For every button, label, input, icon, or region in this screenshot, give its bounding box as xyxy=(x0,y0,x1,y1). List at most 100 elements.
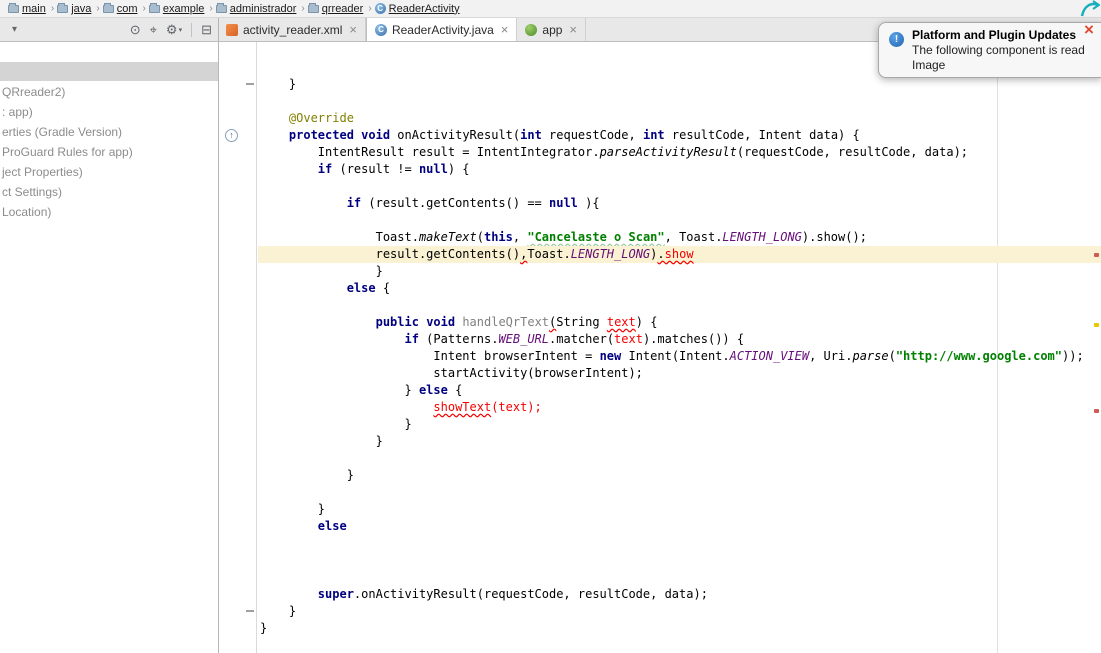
code-line[interactable] xyxy=(258,93,1101,110)
folder-icon xyxy=(148,2,160,13)
collapse-all-icon[interactable]: ⊟ xyxy=(201,22,212,38)
code-line[interactable]: } xyxy=(258,433,1101,450)
code-line[interactable]: IntentResult result = IntentIntegrator.p… xyxy=(258,144,1101,161)
code-token: } xyxy=(260,434,383,448)
code-token: int xyxy=(642,128,665,142)
close-icon[interactable]: × xyxy=(1084,20,1094,40)
breadcrumb-item-example[interactable]: example xyxy=(148,2,204,15)
code-token: (requestCode, resultCode, data); xyxy=(736,145,969,159)
folder-icon xyxy=(307,2,319,13)
code-token: makeText xyxy=(418,230,477,244)
tab-label: app xyxy=(542,22,563,37)
folder-icon xyxy=(57,2,69,13)
code-token: int xyxy=(520,128,542,142)
code-token: (Patterns. xyxy=(418,332,499,346)
code-token: (result != xyxy=(332,162,419,176)
code-line[interactable]: showText(text); xyxy=(258,399,1101,416)
code-line[interactable]: if (Patterns.WEB_URL.matcher(text).match… xyxy=(258,331,1101,348)
code-line[interactable]: } xyxy=(258,416,1101,433)
code-token: "Cancelaste o Scan" xyxy=(527,230,665,244)
code-line[interactable]: protected void onActivityResult(int requ… xyxy=(258,127,1101,144)
panel-divider[interactable] xyxy=(218,18,219,653)
tab-label: activity_reader.xml xyxy=(243,22,343,37)
tab-close-icon[interactable]: × xyxy=(569,22,577,37)
notification-title: Platform and Plugin Updates xyxy=(912,28,1077,42)
code-area[interactable]: } @Override protected void onActivityRes… xyxy=(258,42,1101,653)
code-line[interactable]: super.onActivityResult(requestCode, resu… xyxy=(258,586,1101,603)
code-line[interactable] xyxy=(258,484,1101,501)
code-token: ).show(); xyxy=(801,230,867,244)
error-stripe-mark[interactable] xyxy=(1094,253,1099,257)
code-token: } xyxy=(260,417,412,431)
code-token: null xyxy=(418,162,448,176)
tree-item[interactable]: QRreader2) xyxy=(0,82,218,102)
target-icon[interactable]: ⌖ xyxy=(150,22,157,38)
code-line[interactable]: if (result.getContents() == null ){ xyxy=(258,195,1101,212)
code-line[interactable] xyxy=(258,535,1101,552)
code-line[interactable]: } xyxy=(258,76,1101,93)
editor-gutter: ↑ xyxy=(219,42,257,653)
code-token: String xyxy=(556,315,607,329)
tab-close-icon[interactable]: × xyxy=(501,22,509,37)
code-line[interactable]: Intent browserIntent = new Intent(Intent… xyxy=(258,348,1101,365)
code-line[interactable]: result.getContents(),Toast.LENGTH_LONG).… xyxy=(258,246,1101,263)
tree-item[interactable]: ct Settings) xyxy=(0,182,218,202)
project-selector-caret-icon[interactable]: ▾ xyxy=(12,24,17,35)
code-line[interactable]: else xyxy=(258,518,1101,535)
fold-gutter-icon[interactable] xyxy=(246,610,254,612)
tree-item[interactable]: Location) xyxy=(0,202,218,222)
selected-tree-row[interactable] xyxy=(0,62,218,81)
code-line[interactable] xyxy=(258,552,1101,569)
info-icon: ! xyxy=(889,32,904,47)
code-token: ) { xyxy=(635,315,658,329)
code-token: Toast. xyxy=(527,247,571,261)
code-line[interactable] xyxy=(258,178,1101,195)
tab-close-icon[interactable]: × xyxy=(349,22,357,37)
breadcrumb-item-qrreader[interactable]: qrreader xyxy=(307,2,363,15)
breadcrumb-item-main[interactable]: main xyxy=(8,2,46,15)
tree-item[interactable]: erties (Gradle Version) xyxy=(0,122,218,142)
code-line[interactable] xyxy=(258,450,1101,467)
code-token: ).matches()) { xyxy=(642,332,745,346)
code-line[interactable] xyxy=(258,297,1101,314)
code-line[interactable]: if (result != null) { xyxy=(258,161,1101,178)
code-token: (result.getContents() == xyxy=(361,196,549,210)
code-line[interactable]: @Override xyxy=(258,110,1101,127)
code-token: .matcher( xyxy=(549,332,615,346)
tree-item[interactable]: : app) xyxy=(0,102,218,122)
code-line[interactable] xyxy=(258,569,1101,586)
code-token: text xyxy=(606,315,636,329)
code-token: } xyxy=(260,604,297,618)
code-token: public xyxy=(375,315,419,329)
editor: ↑ } @Override protected void onActivityR… xyxy=(219,42,1101,653)
override-gutter-icon[interactable]: ↑ xyxy=(225,129,238,142)
error-stripe-mark[interactable] xyxy=(1094,409,1099,413)
tab-activity-reader-xml[interactable]: activity_reader.xml × xyxy=(218,18,366,41)
breadcrumb-item-com[interactable]: com xyxy=(102,2,138,15)
code-line[interactable]: } xyxy=(258,620,1101,637)
breadcrumb-item-java[interactable]: java xyxy=(57,2,91,15)
code-line[interactable]: } else { xyxy=(258,382,1101,399)
tab-app[interactable]: app × xyxy=(517,18,587,41)
code-line[interactable]: } xyxy=(258,501,1101,518)
code-line[interactable]: startActivity(browserIntent); xyxy=(258,365,1101,382)
tree-item[interactable]: ProGuard Rules for app) xyxy=(0,142,218,162)
tree-item[interactable]: ject Properties) xyxy=(0,162,218,182)
code-line[interactable]: } xyxy=(258,603,1101,620)
code-line[interactable]: } xyxy=(258,263,1101,280)
tab-readeractivity-java[interactable]: C ReaderActivity.java × xyxy=(365,18,518,41)
code-line[interactable]: public void handleQrText(String text) { xyxy=(258,314,1101,331)
code-line[interactable]: Toast.makeText(this, "Cancelaste o Scan"… xyxy=(258,229,1101,246)
breadcrumb-item-readeractivity[interactable]: C ReaderActivity xyxy=(374,3,460,15)
locate-icon[interactable]: ⊙ xyxy=(130,22,141,38)
error-stripe-mark[interactable] xyxy=(1094,323,1099,327)
breadcrumb-item-administrador[interactable]: administrador xyxy=(215,2,296,15)
code-token: else xyxy=(346,281,376,295)
code-token: else xyxy=(418,383,448,397)
code-line[interactable] xyxy=(258,212,1101,229)
code-line[interactable]: } xyxy=(258,467,1101,484)
code-line[interactable]: else { xyxy=(258,280,1101,297)
fold-gutter-icon[interactable] xyxy=(246,83,254,85)
settings-icon[interactable]: ⚙ ▾ xyxy=(166,22,182,38)
